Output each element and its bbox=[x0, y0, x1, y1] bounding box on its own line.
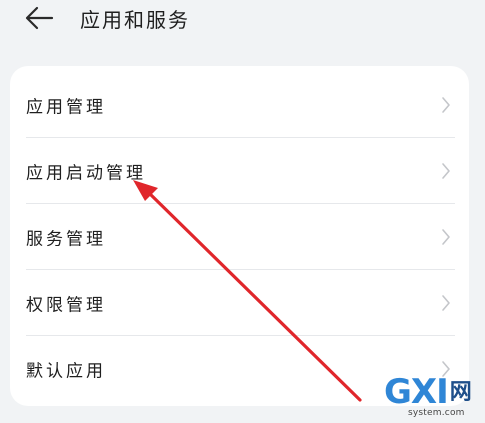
title-bar: 应用和服务 bbox=[0, 0, 485, 44]
list-item-label: 应用管理 bbox=[26, 97, 106, 118]
watermark-logo: GXI网 system.com bbox=[384, 372, 484, 421]
back-button[interactable] bbox=[22, 2, 56, 34]
watermark-url: system.com bbox=[408, 408, 465, 418]
watermark-mark: GXI网 bbox=[384, 372, 472, 412]
chevron-right-icon bbox=[442, 295, 450, 311]
settings-list: 应用管理 应用启动管理 服务管理 权限管理 默认应用 bbox=[10, 72, 469, 402]
list-item-app-management[interactable]: 应用管理 bbox=[10, 72, 469, 138]
chevron-right-icon bbox=[442, 97, 450, 113]
list-item-permission-management[interactable]: 权限管理 bbox=[10, 270, 469, 336]
list-item-app-launch-management[interactable]: 应用启动管理 bbox=[10, 138, 469, 204]
list-item-service-management[interactable]: 服务管理 bbox=[10, 204, 469, 270]
list-item-label: 默认应用 bbox=[26, 361, 106, 382]
arrow-left-icon bbox=[25, 6, 54, 30]
chevron-right-icon bbox=[442, 229, 450, 245]
list-item-label: 权限管理 bbox=[26, 295, 106, 316]
page-title: 应用和服务 bbox=[80, 8, 190, 32]
chevron-right-icon bbox=[442, 163, 450, 179]
settings-card: 应用管理 应用启动管理 服务管理 权限管理 默认应用 bbox=[10, 66, 469, 406]
list-item-label: 应用启动管理 bbox=[26, 163, 146, 184]
list-item-label: 服务管理 bbox=[26, 229, 106, 250]
